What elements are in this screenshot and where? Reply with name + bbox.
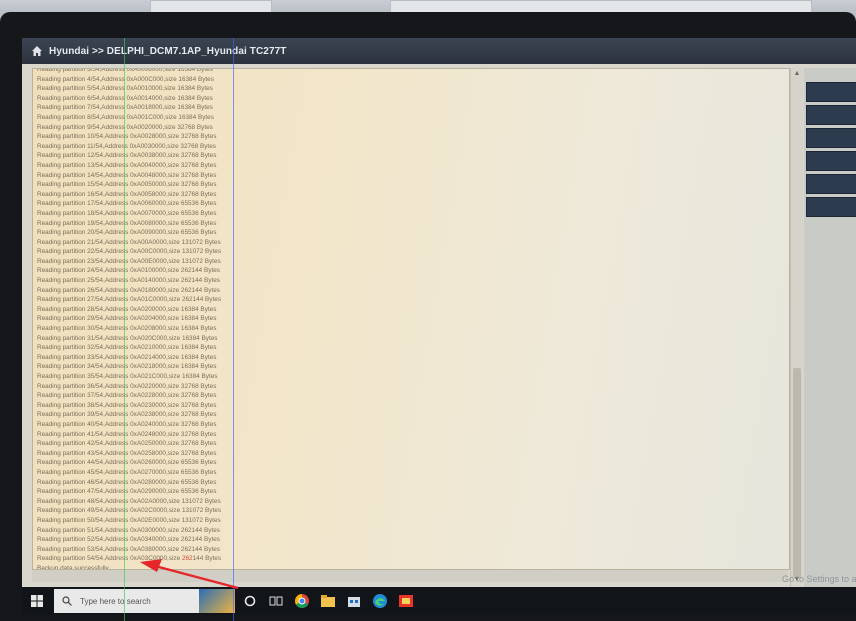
log-line: Reading partition 5/54,Address 0xA001000… [37,85,213,93]
log-line: Reading partition 40/54,Address 0xA02400… [37,420,217,428]
task-view-icon[interactable] [265,589,287,613]
log-line: Reading partition 18/54,Address 0xA00700… [37,209,217,217]
screen-artifact-green-line [124,38,125,621]
search-icon [62,596,72,606]
log-line: Reading partition 19/54,Address 0xA00800… [37,219,217,227]
log-line-segment: 262 [181,555,193,563]
log-list: Reading partition 3/54,Address 0xA000800… [33,68,222,569]
scroll-up-arrow-icon[interactable]: ▲ [793,70,801,78]
application-window: Hyundai >> DELPHI_DCM7.1AP_Hyundai TC277… [22,38,856,598]
log-line: Reading partition 30/54,Address 0xA02080… [37,325,217,333]
log-line: Reading partition 48/54,Address 0xA02A00… [37,497,221,505]
side-button-2[interactable] [806,105,856,125]
home-icon[interactable] [31,45,43,57]
log-output-panel[interactable]: Reading partition 3/54,Address 0xA000800… [32,68,790,570]
title-bar: Hyundai >> DELPHI_DCM7.1AP_Hyundai TC277… [22,38,856,64]
side-button-5[interactable] [806,174,856,194]
log-line: Reading partition 21/54,Address 0xA00A00… [37,238,221,246]
log-line: Reading partition 51/54,Address 0xA03000… [37,526,220,534]
edge-icon[interactable] [369,589,391,613]
chrome-icon[interactable] [291,589,313,613]
log-line: Reading partition 37/54,Address 0xA02280… [37,392,217,400]
log-line: Reading partition 28/54,Address 0xA02000… [37,305,217,313]
log-line: Reading partition 36/54,Address 0xA02200… [37,382,217,390]
log-line: Reading partition 32/54,Address 0xA02100… [37,344,217,352]
log-line: Reading partition 39/54,Address 0xA02380… [37,411,217,419]
log-line: Reading partition 34/54,Address 0xA02180… [37,363,217,371]
log-line: Reading partition 44/54,Address 0xA02600… [37,459,217,467]
windows-taskbar: Type here to search [22,587,856,615]
log-line: Reading partition 20/54,Address 0xA00900… [37,229,217,237]
log-line: Reading partition 46/54,Address 0xA02800… [37,478,217,486]
horizontal-scroll-area [32,570,788,582]
log-line: Reading partition 12/54,Address 0xA00380… [37,152,217,160]
log-line-segment: Reading partition 54/54,Address 0xA03C00… [37,555,182,563]
log-line: Reading partition 31/54,Address 0xA020C0… [37,334,218,342]
log-line: Reading partition 33/54,Address 0xA02140… [37,353,217,361]
log-line: Reading partition 27/54,Address 0xA01C00… [37,296,222,304]
log-line: Reading partition 7/54,Address 0xA001800… [37,104,213,112]
log-line: Reading partition 53/54,Address 0xA03800… [37,545,220,553]
store-icon[interactable] [343,589,365,613]
log-line: Reading partition 54/54,Address 0xA03C00… [37,554,221,564]
side-button-6[interactable] [806,197,856,217]
side-panel [804,68,856,598]
log-line: Reading partition 3/54,Address 0xA000800… [37,68,213,73]
log-line: Reading partition 29/54,Address 0xA02040… [37,315,217,323]
screen-artifact-blue-line [233,38,234,621]
photo-stage: Hyundai >> DELPHI_DCM7.1AP_Hyundai TC277… [0,0,856,621]
log-line: Reading partition 14/54,Address 0xA00480… [37,171,217,179]
side-button-3[interactable] [806,128,856,148]
log-line: Reading partition 4/54,Address 0xA000C00… [37,75,214,83]
log-line: Reading partition 26/54,Address 0xA01800… [37,286,220,294]
side-button-1[interactable] [806,82,856,102]
windows-start-icon [31,595,43,607]
log-line: Reading partition 22/54,Address 0xA00C00… [37,248,222,256]
log-line: Reading partition 8/54,Address 0xA001C00… [37,113,214,121]
log-line: Reading partition 50/54,Address 0xA02E00… [37,516,221,524]
window-title: Hyundai >> DELPHI_DCM7.1AP_Hyundai TC277… [49,45,287,57]
log-line: Reading partition 43/54,Address 0xA02580… [37,449,217,457]
log-line: Reading partition 9/54,Address 0xA002000… [37,123,213,131]
cortana-icon[interactable] [199,589,235,613]
log-line: Reading partition 52/54,Address 0xA03400… [37,536,220,544]
log-line: Reading partition 6/54,Address 0xA001400… [37,94,213,102]
log-line: Reading partition 35/54,Address 0xA021C0… [37,373,218,380]
cortana-circle-icon[interactable] [239,589,261,613]
log-line: Reading partition 11/54,Address 0xA00300… [37,142,216,150]
log-line: Reading partition 49/54,Address 0xA02C00… [37,507,222,515]
log-vertical-scrollbar[interactable]: ▲ ▼ [790,68,803,588]
log-line: Reading partition 38/54,Address 0xA02300… [37,401,217,409]
file-explorer-icon[interactable] [317,589,339,613]
log-line: Reading partition 17/54,Address 0xA00600… [37,200,217,208]
log-line: Reading partition 41/54,Address 0xA02480… [37,430,217,438]
scroll-thumb[interactable] [793,368,801,578]
start-button[interactable] [22,587,52,615]
log-line: Reading partition 24/54,Address 0xA01000… [37,267,220,275]
log-line: Reading partition 10/54,Address 0xA00280… [37,133,217,141]
log-line: Reading partition 15/54,Address 0xA00500… [37,181,217,189]
log-line-segment: 144 Bytes [192,555,222,563]
side-button-4[interactable] [806,151,856,171]
log-line: Reading partition 25/54,Address 0xA01400… [37,277,220,285]
log-line: Reading partition 23/54,Address 0xA00E00… [37,257,221,265]
log-line: Reading partition 16/54,Address 0xA00580… [37,190,217,198]
taskbar-search-box[interactable]: Type here to search [54,589,199,613]
log-line: Reading partition 47/54,Address 0xA02900… [37,488,217,496]
log-line: Reading partition 42/54,Address 0xA02500… [37,440,217,448]
search-placeholder: Type here to search [80,596,151,606]
activation-watermark: Go to Settings to activ [782,574,856,584]
app-icon[interactable] [395,589,417,613]
log-line: Reading partition 13/54,Address 0xA00400… [37,161,217,169]
log-line: Reading partition 45/54,Address 0xA02700… [37,468,217,476]
